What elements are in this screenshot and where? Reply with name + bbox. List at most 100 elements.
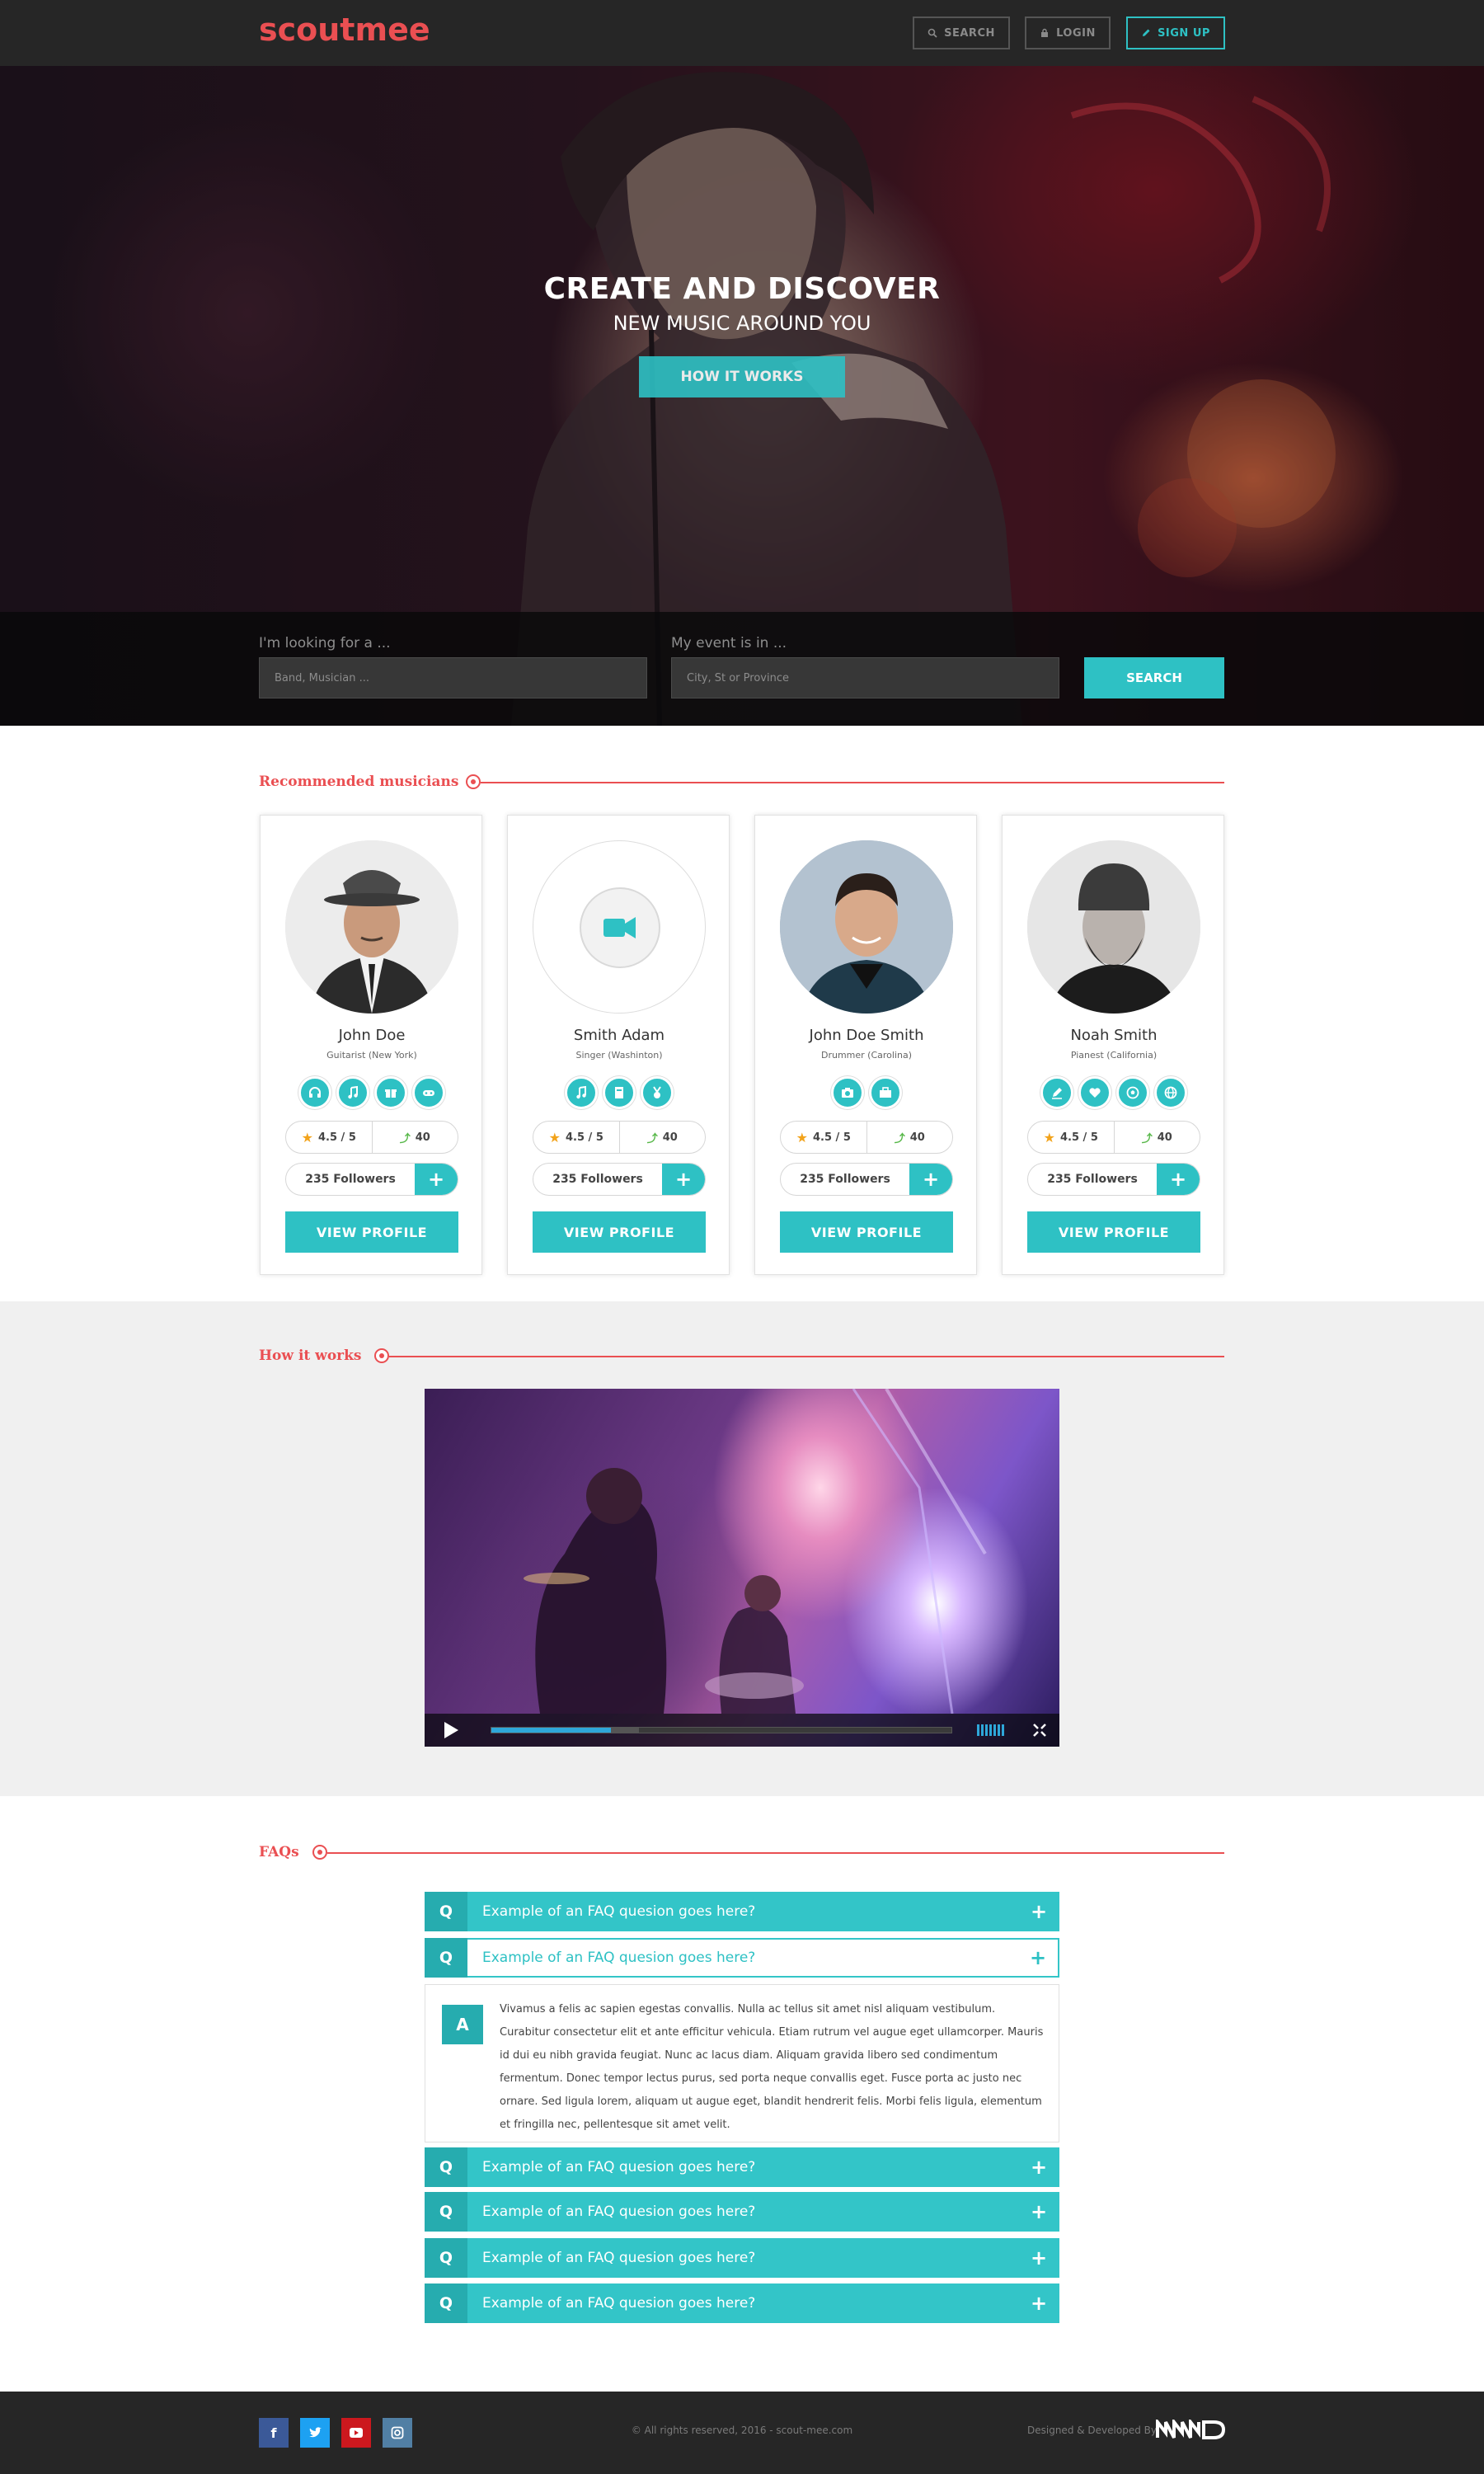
musician-role: Singer (Washinton): [575, 1050, 663, 1061]
arrow-up-icon: ⤴: [399, 1132, 411, 1145]
view-profile-button[interactable]: VIEW PROFILE: [533, 1211, 706, 1253]
faq-item[interactable]: Q Example of an FAQ quesion goes here? +: [425, 2147, 1059, 2187]
arrow-up-icon: ⤴: [1141, 1132, 1153, 1145]
video-player[interactable]: [425, 1389, 1059, 1747]
camera-icon[interactable]: [831, 1076, 864, 1109]
headphones-icon[interactable]: [298, 1076, 331, 1109]
video-frame: [524, 1389, 987, 1714]
faq-question[interactable]: Example of an FAQ quesion goes here?: [467, 2284, 1018, 2323]
faq-answer-text: Vivamus a felis ac sapien egestas conval…: [500, 2003, 1044, 2131]
gift-icon[interactable]: [374, 1076, 407, 1109]
follow-button[interactable]: +: [662, 1164, 705, 1195]
follow-button[interactable]: +: [415, 1164, 458, 1195]
plus-icon[interactable]: +: [1018, 1892, 1059, 1931]
plus-icon[interactable]: +: [1018, 2192, 1059, 2232]
section-divider: [327, 1852, 1224, 1854]
avatar-photo: [1027, 840, 1200, 1014]
faq-question[interactable]: Example of an FAQ quesion goes here?: [467, 1938, 1018, 1978]
medal-icon[interactable]: [641, 1076, 674, 1109]
plus-icon[interactable]: +: [1018, 2284, 1059, 2323]
pen-icon[interactable]: [1040, 1076, 1073, 1109]
video-progress-track[interactable]: [491, 1727, 952, 1733]
faq-item[interactable]: Q Example of an FAQ quesion goes here? +: [425, 2284, 1059, 2323]
avatar[interactable]: [1027, 840, 1200, 1014]
event-location-label: My event is in ...: [671, 635, 787, 651]
hero-subtitle: NEW MUSIC AROUND YOU: [613, 312, 871, 335]
faq-question[interactable]: Example of an FAQ quesion goes here?: [467, 2192, 1018, 2232]
faq-q-badge: Q: [425, 2238, 467, 2278]
follow-bar: 235 Followers +: [780, 1163, 953, 1196]
follow-bar: 235 Followers +: [285, 1163, 458, 1196]
faq-question[interactable]: Example of an FAQ quesion goes here?: [467, 1892, 1018, 1931]
view-profile-button[interactable]: VIEW PROFILE: [780, 1211, 953, 1253]
rating-bar: ★ 4.5 / 5 ⤴ 40: [285, 1121, 458, 1154]
faq-item[interactable]: Q Example of an FAQ quesion goes here? +: [425, 2238, 1059, 2278]
musician-name[interactable]: Noah Smith: [1003, 1027, 1225, 1044]
faq-q-badge: Q: [425, 2192, 467, 2232]
score-text: 40: [662, 1131, 678, 1144]
musician-name[interactable]: John Doe Smith: [755, 1027, 978, 1044]
nav-search-button[interactable]: SEARCH: [913, 16, 1010, 49]
lock-icon: [1041, 28, 1049, 37]
section-divider: [481, 782, 1224, 783]
avatar[interactable]: [533, 840, 706, 1014]
book-icon[interactable]: [603, 1076, 636, 1109]
soccer-ball-icon[interactable]: [1116, 1076, 1149, 1109]
play-icon[interactable]: [443, 1721, 459, 1739]
star-icon: ★: [1043, 1129, 1055, 1145]
copyright-text: © All rights reserved, 2016 - scout-mee.…: [631, 2425, 853, 2436]
logo[interactable]: scoutmee: [259, 12, 430, 48]
event-location-input[interactable]: City, St or Province: [671, 657, 1059, 698]
score-value: ⤴ 40: [620, 1122, 706, 1153]
faq-item[interactable]: Q Example of an FAQ quesion goes here? +: [425, 2192, 1059, 2232]
faq-question[interactable]: Example of an FAQ quesion goes here?: [467, 2238, 1018, 2278]
how-it-works-button[interactable]: HOW IT WORKS: [639, 356, 845, 397]
developer-logo[interactable]: [1156, 2420, 1225, 2439]
heart-icon[interactable]: [1078, 1076, 1111, 1109]
music-note-icon[interactable]: [336, 1076, 369, 1109]
faq-item[interactable]: Q Example of an FAQ quesion goes here? +: [425, 1892, 1059, 1931]
plus-icon[interactable]: +: [1018, 2238, 1059, 2278]
globe-icon[interactable]: [1154, 1076, 1187, 1109]
faq-item-open[interactable]: Q Example of an FAQ quesion goes here? +: [425, 1938, 1059, 1978]
plus-icon: +: [1169, 1168, 1187, 1191]
looking-for-input[interactable]: Band, Musician ...: [259, 657, 647, 698]
nav-signup-label: SIGN UP: [1158, 26, 1210, 40]
video-controls: [425, 1714, 1059, 1747]
skill-icons: [755, 1076, 978, 1109]
avatar-photo: [780, 840, 953, 1014]
rating-value: ★ 4.5 / 5: [286, 1122, 373, 1153]
volume-icon[interactable]: [977, 1724, 1005, 1736]
music-note-icon[interactable]: [565, 1076, 598, 1109]
fullscreen-icon[interactable]: [1033, 1724, 1046, 1737]
briefcase-icon[interactable]: [869, 1076, 902, 1109]
view-profile-button[interactable]: VIEW PROFILE: [1027, 1211, 1200, 1253]
gamepad-icon[interactable]: [412, 1076, 445, 1109]
rating-text: 4.5 / 5: [317, 1131, 356, 1144]
follow-button[interactable]: +: [909, 1164, 952, 1195]
musician-name[interactable]: Smith Adam: [508, 1027, 730, 1044]
plus-icon[interactable]: +: [1018, 1938, 1059, 1978]
rating-bar: ★ 4.5 / 5 ⤴ 40: [780, 1121, 953, 1154]
musician-card: Smith Adam Singer (Washinton) ★ 4.5 / 5 ⤴…: [507, 815, 730, 1275]
musician-card: John Doe Smith Drummer (Carolina) ★ 4.5 /…: [754, 815, 977, 1275]
view-profile-button[interactable]: VIEW PROFILE: [285, 1211, 458, 1253]
musician-card: John Doe Guitarist (New York) ★ 4.5 / 5 ⤴…: [260, 815, 482, 1275]
follow-button[interactable]: +: [1157, 1164, 1200, 1195]
score-text: 40: [909, 1131, 925, 1144]
nav-signup-button[interactable]: SIGN UP: [1126, 16, 1225, 49]
avatar[interactable]: [285, 840, 458, 1014]
follow-bar: 235 Followers +: [1027, 1163, 1200, 1196]
avatar[interactable]: [780, 840, 953, 1014]
plus-icon[interactable]: +: [1018, 2147, 1059, 2187]
musician-name[interactable]: John Doe: [261, 1027, 483, 1044]
video-buffer-bar: [611, 1728, 639, 1733]
star-icon: ★: [796, 1129, 808, 1145]
nav-login-button[interactable]: LOGIN: [1025, 16, 1111, 49]
musician-card: Noah Smith Pianest (California) ★ 4.5 / 5…: [1002, 815, 1224, 1275]
search-submit-button[interactable]: SEARCH: [1084, 657, 1224, 698]
nav-login-label: LOGIN: [1056, 26, 1096, 40]
faq-question[interactable]: Example of an FAQ quesion goes here?: [467, 2147, 1018, 2187]
rating-text: 4.5 / 5: [565, 1131, 603, 1144]
music-note-icon: [466, 774, 481, 789]
